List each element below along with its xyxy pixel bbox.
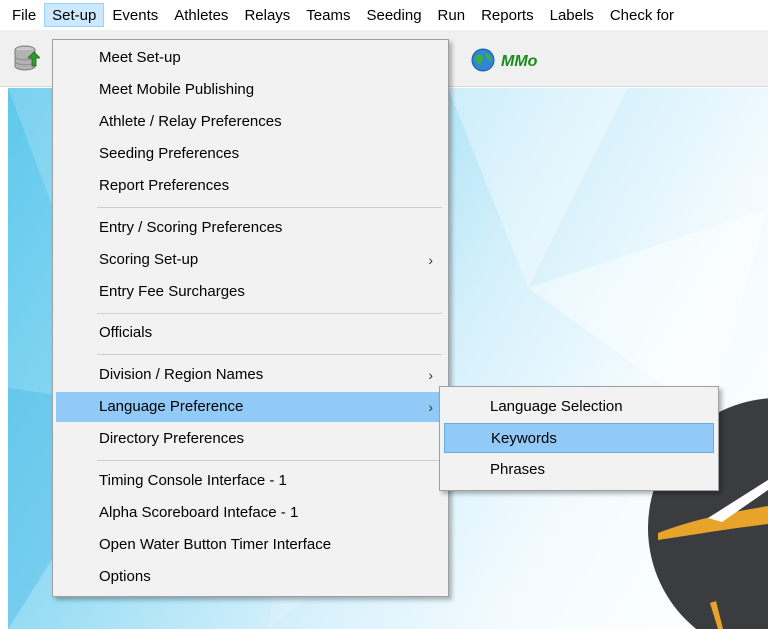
submenu-item-language-selection[interactable]: Language Selection [444,392,714,422]
menu-item-meet-mobile-publishing[interactable]: Meet Mobile Publishing [56,75,445,105]
menu-separator [97,460,442,461]
submenu-item-label: Language Selection [490,398,623,415]
menu-item-options[interactable]: Options [56,562,445,592]
menu-teams[interactable]: Teams [298,3,358,27]
menu-item-label: Report Preferences [99,177,230,194]
menu-separator [97,207,442,208]
menu-item-meet-setup[interactable]: Meet Set-up [56,43,445,73]
menu-item-report-preferences[interactable]: Report Preferences [56,171,445,201]
menu-reports[interactable]: Reports [473,3,542,27]
submenu-item-label: Keywords [491,430,557,447]
menu-item-language-preference[interactable]: Language Preference › [56,392,445,422]
menu-item-entry-scoring-preferences[interactable]: Entry / Scoring Preferences [56,213,445,243]
menu-item-entry-fee-surcharges[interactable]: Entry Fee Surcharges [56,277,445,307]
menu-seeding[interactable]: Seeding [358,3,429,27]
menu-item-label: Seeding Preferences [99,145,240,162]
menu-item-label: Alpha Scoreboard Inteface - 1 [99,504,299,521]
menu-item-label: Entry Fee Surcharges [99,283,245,300]
mmo-label: MMo [501,53,538,70]
mmo-button[interactable]: MMo [471,48,537,76]
menu-separator [97,313,442,314]
menu-item-label: Directory Preferences [99,430,245,447]
menu-separator [97,354,442,355]
menu-run[interactable]: Run [430,3,474,27]
menu-bar: File Set-up Events Athletes Relays Teams… [0,0,768,30]
database-upload-icon[interactable] [14,44,41,76]
menu-item-label: Officials [99,324,153,341]
menu-item-label: Options [99,568,151,585]
language-submenu: Language Selection Keywords Phrases [439,386,719,491]
menu-item-label: Entry / Scoring Preferences [99,219,283,236]
menu-item-alpha-scoreboard-interface[interactable]: Alpha Scoreboard Inteface - 1 [56,498,445,528]
menu-item-seeding-preferences[interactable]: Seeding Preferences [56,139,445,169]
setup-menu: Meet Set-up Meet Mobile Publishing Athle… [52,39,449,597]
menu-file[interactable]: File [0,3,44,27]
menu-item-label: Open Water Button Timer Interface [99,536,332,553]
menu-setup[interactable]: Set-up [44,3,105,27]
menu-item-athlete-relay-preferences[interactable]: Athlete / Relay Preferences [56,107,445,137]
menu-item-label: Timing Console Interface - 1 [99,472,287,489]
submenu-item-keywords[interactable]: Keywords [444,423,714,453]
menu-check-for[interactable]: Check for [602,3,682,27]
menu-item-officials[interactable]: Officials [56,318,445,348]
menu-item-division-region-names[interactable]: Division / Region Names › [56,360,445,390]
menu-item-scoring-setup[interactable]: Scoring Set-up › [56,245,445,275]
menu-item-open-water-button-timer[interactable]: Open Water Button Timer Interface [56,530,445,560]
menu-item-directory-preferences[interactable]: Directory Preferences [56,424,445,454]
menu-events[interactable]: Events [104,3,166,27]
submenu-item-phrases[interactable]: Phrases [444,455,714,485]
chevron-right-icon: › [428,399,433,415]
menu-item-label: Scoring Set-up [99,251,199,268]
menu-item-label: Language Preference [99,398,244,415]
menu-item-timing-console-interface[interactable]: Timing Console Interface - 1 [56,466,445,496]
menu-labels[interactable]: Labels [542,3,602,27]
menu-relays[interactable]: Relays [236,3,298,27]
menu-item-label: Division / Region Names [99,366,264,383]
menu-athletes[interactable]: Athletes [166,3,236,27]
globe-icon [471,48,495,76]
chevron-right-icon: › [428,367,433,383]
menu-item-label: Meet Mobile Publishing [99,81,255,98]
submenu-item-label: Phrases [490,461,546,478]
menu-item-label: Meet Set-up [99,49,181,66]
chevron-right-icon: › [428,252,433,268]
menu-item-label: Athlete / Relay Preferences [99,113,282,130]
